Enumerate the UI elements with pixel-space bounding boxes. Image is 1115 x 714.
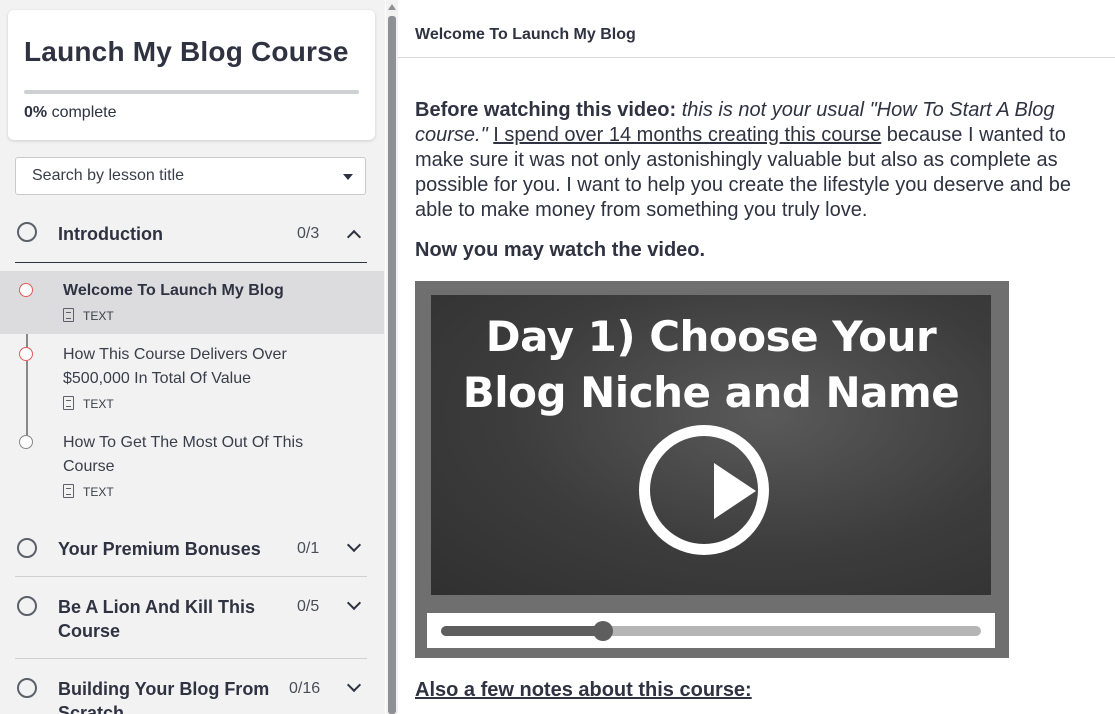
play-icon[interactable] [714, 463, 756, 519]
lesson-type: TEXT [63, 396, 114, 411]
video-seekbar[interactable] [427, 613, 995, 648]
lesson-type-label: TEXT [83, 309, 114, 323]
chevron-down-icon[interactable] [346, 537, 362, 553]
seek-track[interactable] [441, 621, 981, 641]
course-progress-text: 0% complete [24, 104, 117, 122]
lesson-type: TEXT [63, 308, 114, 323]
caret-down-icon [343, 174, 353, 180]
section-be-a-lion[interactable]: Be A Lion And Kill This Course 0/5 [15, 591, 367, 647]
section-title: Be A Lion And Kill This Course [58, 597, 255, 641]
sidebar-scrollbar[interactable] [386, 0, 398, 714]
scroll-up-arrow-icon[interactable] [388, 4, 396, 10]
lesson-type-label: TEXT [83, 397, 114, 411]
section-title: Introduction [58, 224, 163, 244]
video-title-line2: Blog Niche and Name [462, 368, 960, 417]
video-thumbnail[interactable]: Day 1) Choose Your Blog Niche and Name [415, 281, 1009, 658]
section-title: Building Your Blog From Scratch [58, 679, 270, 714]
lesson-item-most-out[interactable]: How To Get The Most Out Of This Course T… [0, 423, 384, 509]
course-progress-bar [24, 90, 359, 94]
text-document-icon [63, 396, 74, 410]
intro-lead-bold: Before watching this video: [415, 99, 677, 121]
lesson-type-label: TEXT [83, 485, 114, 499]
section-divider [15, 658, 367, 659]
notes-heading: Also a few notes about this course: [415, 679, 752, 701]
video-frame: Day 1) Choose Your Blog Niche and Name [431, 295, 991, 595]
intro-paragraph: Before watching this video: this is not … [415, 98, 1095, 223]
section-title: Your Premium Bonuses [58, 539, 261, 559]
section-divider [15, 576, 367, 577]
lesson-status-dot-icon [19, 347, 33, 361]
chevron-up-icon[interactable] [346, 229, 362, 245]
lesson-search-dropdown[interactable]: Search by lesson title [15, 157, 366, 195]
lesson-title: How This Course Delivers Over $500,000 I… [63, 346, 287, 387]
section-divider [15, 262, 367, 263]
seek-fill [441, 626, 603, 636]
intro-underlined: I spend over 14 months creating this cou… [493, 124, 882, 146]
section-status-circle-icon [17, 596, 37, 616]
progress-suffix: complete [51, 104, 117, 121]
section-count: 0/5 [297, 598, 320, 615]
lesson-search-placeholder: Search by lesson title [32, 167, 185, 184]
course-sidebar: Launch My Blog Course 0% complete Search… [0, 0, 385, 714]
section-count: 0/1 [297, 540, 320, 557]
video-title: Day 1) Choose Your Blog Niche and Name [431, 309, 991, 421]
section-status-circle-icon [17, 678, 37, 698]
video-title-line1: Day 1) Choose Your [485, 312, 937, 361]
lesson-header: Welcome To Launch My Blog [398, 0, 1115, 58]
section-status-circle-icon [17, 222, 37, 242]
chevron-down-icon[interactable] [346, 595, 362, 611]
section-building-blog[interactable]: Building Your Blog From Scratch 0/16 [15, 673, 367, 714]
lesson-header-title: Welcome To Launch My Blog [415, 26, 636, 43]
lesson-status-dot-icon [19, 283, 33, 297]
lesson-content-area: Welcome To Launch My Blog Before watchin… [398, 0, 1115, 714]
seek-knob[interactable] [593, 621, 613, 641]
section-premium-bonuses[interactable]: Your Premium Bonuses 0/1 [15, 533, 367, 565]
lesson-item-value[interactable]: How This Course Delivers Over $500,000 I… [0, 335, 384, 421]
text-document-icon [63, 484, 74, 498]
section-status-circle-icon [17, 538, 37, 558]
lesson-body: Before watching this video: this is not … [415, 98, 1095, 263]
chevron-down-icon[interactable] [346, 677, 362, 693]
section-count: 0/3 [297, 225, 320, 242]
course-header-card: Launch My Blog Course 0% complete [8, 10, 375, 140]
text-document-icon [63, 308, 74, 322]
progress-value: 0% [24, 104, 48, 121]
section-introduction[interactable]: Introduction 0/3 [15, 218, 367, 254]
lesson-item-welcome[interactable]: Welcome To Launch My Blog TEXT [0, 271, 384, 334]
lesson-title: Welcome To Launch My Blog [63, 282, 284, 299]
section-count: 0/16 [289, 680, 321, 697]
scrollbar-thumb[interactable] [388, 16, 396, 714]
course-title: Launch My Blog Course [24, 36, 349, 67]
watch-now-text: Now you may watch the video. [415, 239, 706, 261]
lesson-title: How To Get The Most Out Of This Course [63, 434, 304, 475]
lesson-status-dot-icon [19, 435, 33, 449]
lesson-type: TEXT [63, 484, 114, 499]
